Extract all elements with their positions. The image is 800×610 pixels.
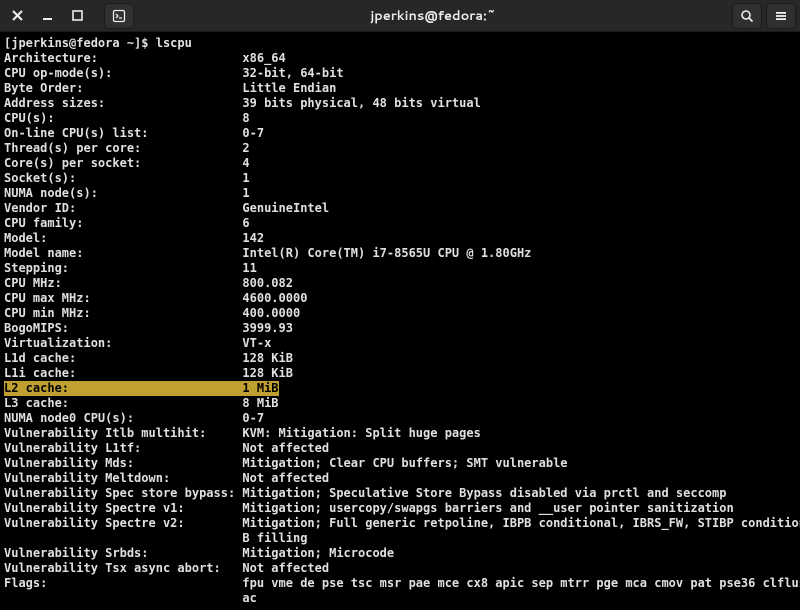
output-line-wrap: B filling [4,531,796,546]
output-line: Model: 142 [4,231,796,246]
close-button[interactable] [4,3,30,29]
output-line: CPU min MHz: 400.0000 [4,306,796,321]
maximize-icon [72,10,83,21]
output-line: Vendor ID: GenuineIntel [4,201,796,216]
output-line: Vulnerability L1tf: Not affected [4,441,796,456]
output-line: CPU op-mode(s): 32-bit, 64-bit [4,66,796,81]
output-line: L1i cache: 128 KiB [4,366,796,381]
output-line: Vulnerability Tsx async abort: Not affec… [4,561,796,576]
output-line: Virtualization: VT-x [4,336,796,351]
minimize-icon [42,10,53,21]
new-tab-button[interactable] [104,3,134,29]
titlebar: jperkins@fedora:~ [0,0,800,32]
titlebar-right-controls [732,3,796,29]
output-line: Vulnerability Itlb multihit: KVM: Mitiga… [4,426,796,441]
terminal-icon [112,9,126,23]
output-line: NUMA node(s): 1 [4,186,796,201]
output-line: Vulnerability Spectre v2: Mitigation; Fu… [4,516,796,531]
output-line: L3 cache: 8 MiB [4,396,796,411]
output-line: Vulnerability Spectre v1: Mitigation; us… [4,501,796,516]
terminal-output[interactable]: [jperkins@fedora ~]$ lscpuArchitecture: … [0,32,800,610]
output-line: Vulnerability Mds: Mitigation; Clear CPU… [4,456,796,471]
output-line-wrap: ac [4,591,796,606]
menu-button[interactable] [766,3,796,29]
output-line: Vulnerability Spec store bypass: Mitigat… [4,486,796,501]
output-line: CPU max MHz: 4600.0000 [4,291,796,306]
output-line: On-line CPU(s) list: 0-7 [4,126,796,141]
output-line: Socket(s): 1 [4,171,796,186]
output-line: Architecture: x86_64 [4,51,796,66]
search-icon [740,9,754,23]
output-line: L2 cache: 1 MiB [4,381,796,396]
highlighted-text: L2 cache: 1 MiB [4,381,279,396]
output-line: NUMA node0 CPU(s): 0-7 [4,411,796,426]
hamburger-icon [774,9,788,23]
output-line: Model name: Intel(R) Core(TM) i7-8565U C… [4,246,796,261]
minimize-button[interactable] [34,3,60,29]
output-line: Vulnerability Meltdown: Not affected [4,471,796,486]
output-line: Vulnerability Srbds: Mitigation; Microco… [4,546,796,561]
output-line: Core(s) per socket: 4 [4,156,796,171]
output-line: CPU family: 6 [4,216,796,231]
search-button[interactable] [732,3,762,29]
output-line: Thread(s) per core: 2 [4,141,796,156]
titlebar-left-controls [4,3,134,29]
close-icon [12,10,23,21]
output-line: Stepping: 11 [4,261,796,276]
output-line: L1d cache: 128 KiB [4,351,796,366]
output-line: Byte Order: Little Endian [4,81,796,96]
output-line: BogoMIPS: 3999.93 [4,321,796,336]
prompt-line: [jperkins@fedora ~]$ lscpu [4,36,796,51]
output-line: Address sizes: 39 bits physical, 48 bits… [4,96,796,111]
window-title: jperkins@fedora:~ [134,7,732,25]
output-line: CPU(s): 8 [4,111,796,126]
maximize-button[interactable] [64,3,90,29]
output-line: Flags: fpu vme de pse tsc msr pae mce cx… [4,576,796,591]
output-line: CPU MHz: 800.082 [4,276,796,291]
